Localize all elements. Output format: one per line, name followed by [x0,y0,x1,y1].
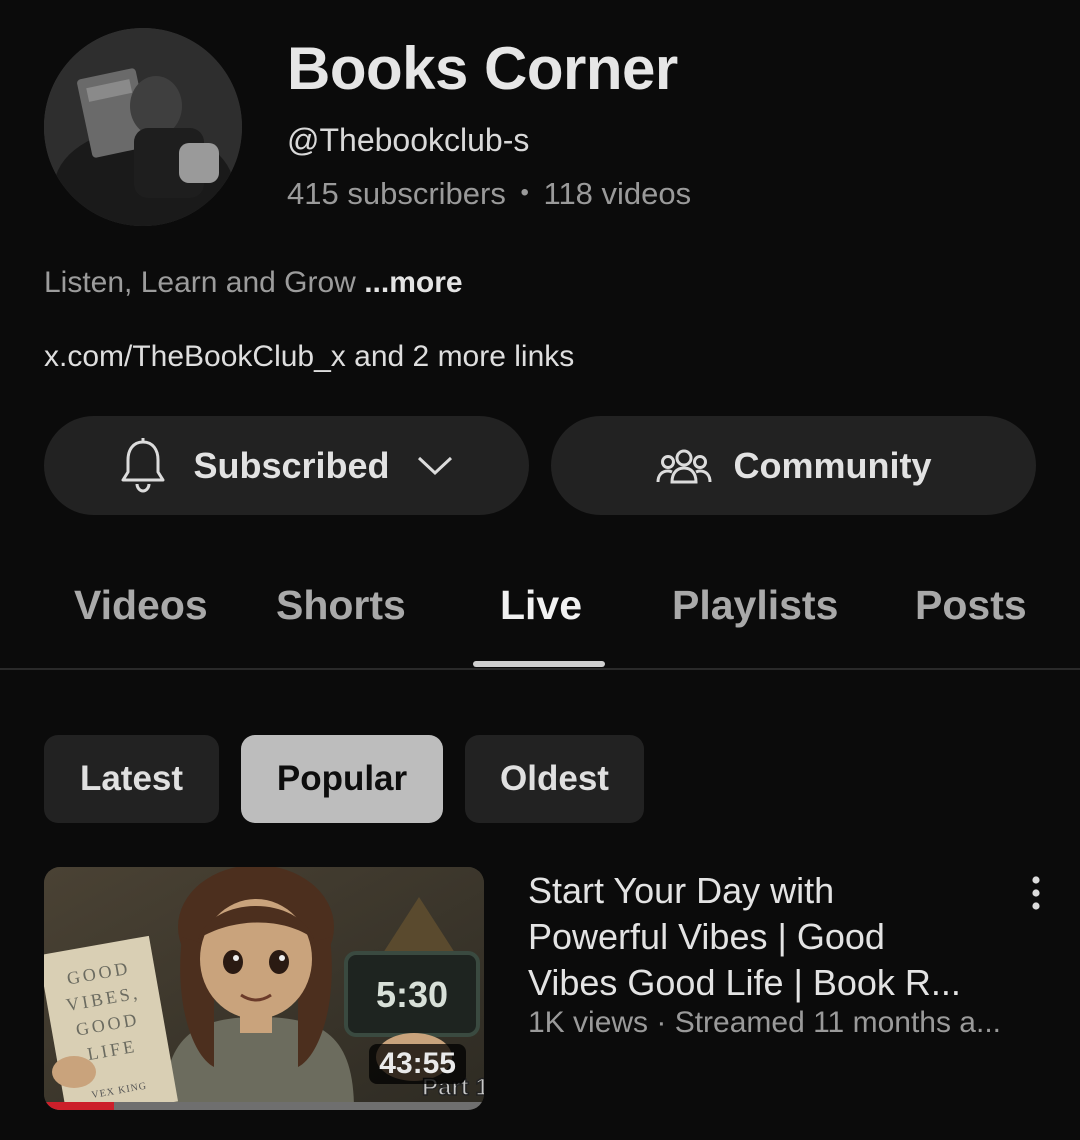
video-title[interactable]: Start Your Day with Powerful Vibes | Goo… [528,868,998,1006]
tab-shorts[interactable]: Shorts [276,582,406,629]
description-text: Listen, Learn and Grow [44,266,356,299]
video-title-line: Start Your Day with [528,870,835,911]
filter-oldest[interactable]: Oldest [465,735,644,823]
filter-latest[interactable]: Latest [44,735,219,823]
channel-avatar[interactable] [44,28,242,226]
video-title-line: Powerful Vibes | Good [528,916,885,957]
avatar-image [44,28,242,226]
channel-links[interactable]: x.com/TheBookClub_x and 2 more links [44,340,574,374]
tab-posts[interactable]: Posts [915,582,1027,629]
bell-icon [119,437,167,494]
community-label: Community [733,444,932,486]
stats-separator: • [520,179,529,206]
video-title-line: Vibes Good Life | Book R... [528,962,961,1003]
channel-handle: @Thebookclub-s [287,122,530,158]
channel-stats: 415 subscribers • 118 videos [287,176,691,212]
video-thumbnail[interactable]: 5:30 GOOD VIBES, GOOD LIFE VEX KING Part… [44,867,484,1110]
subscribed-label: Subscribed [193,444,390,486]
chevron-down-icon [416,455,454,477]
video-duration: 43:55 [369,1044,466,1084]
video-count: 118 videos [543,176,692,211]
community-button[interactable]: Community [551,416,1036,515]
watch-progress-track [44,1102,484,1110]
watch-progress-fill [44,1102,115,1110]
more-vert-icon[interactable] [1018,872,1054,916]
active-tab-indicator [473,661,605,667]
channel-description[interactable]: Listen, Learn and Grow ...more [44,266,463,300]
description-more-link[interactable]: ...more [364,266,462,299]
primary-link[interactable]: x.com/TheBookClub_x [44,340,346,373]
subscribed-button[interactable]: Subscribed [44,416,529,515]
people-icon [656,448,712,484]
tab-live[interactable]: Live [500,582,582,629]
tab-playlists[interactable]: Playlists [672,582,838,629]
filter-popular[interactable]: Popular [241,735,443,823]
subscriber-count: 415 subscribers [287,176,506,211]
thumbnail-clock: 5:30 [376,974,448,1015]
channel-tabs: Videos Shorts Live Playlists Posts [0,560,1080,670]
tab-videos[interactable]: Videos [74,582,208,629]
channel-name: Books Corner [287,35,678,102]
more-links[interactable]: and 2 more links [354,340,574,373]
video-meta: 1K views · Streamed 11 months a... [528,1006,1001,1039]
